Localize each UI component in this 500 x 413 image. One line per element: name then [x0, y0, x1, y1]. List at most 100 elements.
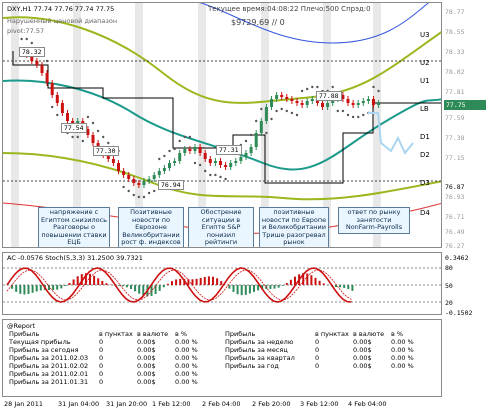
- price-tag: 77.31: [216, 145, 242, 155]
- ac-bar: [89, 273, 91, 285]
- candle-body: [50, 83, 54, 95]
- candle-body: [188, 149, 192, 151]
- candle-body: [122, 171, 126, 175]
- candle-body: [35, 61, 39, 65]
- ac-bar: [253, 285, 255, 292]
- ac-bar: [269, 285, 272, 289]
- report-label: Прибыль: [225, 330, 256, 338]
- sar-dot: [204, 169, 207, 173]
- sar-dot: [91, 121, 95, 125]
- report-label: Прибыль за год: [225, 362, 279, 370]
- balance-readout: $9729.69 // 0: [231, 18, 285, 27]
- candle-body: [117, 163, 120, 171]
- report-label: Прибыль за 2011.02.03: [9, 354, 89, 362]
- report-points: 0: [315, 338, 320, 346]
- report-table-left: Прибыль в пунктах в валюте в % Текущая прибы…: [7, 330, 203, 386]
- ac-bar: [93, 275, 96, 285]
- ac-bar: [339, 285, 342, 288]
- report-points: 0: [315, 354, 320, 362]
- candle-body: [280, 95, 284, 97]
- report-row: Прибыль в пунктах в валюте в %: [7, 330, 203, 338]
- time-axis-label: 31 Jan 04:00: [58, 400, 100, 408]
- ac-bar: [220, 281, 223, 285]
- report-points: 0: [315, 362, 320, 370]
- sar-dot: [56, 113, 59, 117]
- indicator-axis-label: 80: [445, 264, 453, 272]
- ac-bar: [175, 279, 178, 285]
- ac-bar: [134, 285, 137, 292]
- sar-dot: [132, 193, 135, 197]
- sar-dot: [357, 115, 360, 119]
- sar-dot: [173, 147, 176, 151]
- indicator-panel[interactable]: AC -0.0576 Stoch(5,3,3) 31.2500 39.7321: [2, 252, 442, 315]
- sar-dot: [306, 87, 309, 91]
- sar-dot: [244, 139, 248, 143]
- ac-bar: [273, 285, 276, 289]
- news-annotation: Позитивные новости по Еврозоне Великобри…: [118, 207, 184, 247]
- news-annotation: ответ по рынку занятости NonFarm-Payroll…: [338, 207, 410, 234]
- report-panel: @Report Прибыль в пунктах в валюте в % Текущ…: [2, 319, 442, 397]
- ac-bar: [125, 285, 128, 288]
- sar-dot: [198, 163, 202, 167]
- sar-dot: [168, 149, 171, 153]
- report-label: Прибыль за неделю: [225, 338, 294, 346]
- candle-body: [60, 103, 64, 113]
- main-chart-panel[interactable]: DXY,H1 77.74 77.76 77.74 77.75 Нарушенны…: [2, 2, 442, 248]
- price-tag: 77.30: [93, 146, 119, 156]
- price-tag: 77.88: [316, 91, 342, 101]
- level-d2: D2: [420, 151, 430, 159]
- sar-dot: [346, 113, 350, 117]
- candle-body: [346, 99, 350, 103]
- sar-dot: [265, 131, 268, 135]
- ac-bar: [322, 283, 325, 285]
- candle-body: [372, 99, 375, 105]
- candle-body: [203, 153, 207, 159]
- sar-dot: [102, 135, 105, 139]
- ac-bar: [56, 285, 59, 290]
- candle-body: [275, 95, 279, 99]
- ac-bar: [101, 280, 104, 285]
- ac-bar: [285, 283, 288, 285]
- candle-body: [193, 147, 197, 151]
- sar-dot: [311, 85, 314, 89]
- report-pct: 0.00 %: [175, 362, 198, 370]
- ac-bar: [347, 285, 350, 290]
- report-points: в пунктах: [99, 330, 133, 338]
- price-axis-label: 77.59: [445, 114, 465, 122]
- sar-dot: [45, 59, 49, 63]
- candle-body: [341, 95, 345, 99]
- report-pct: 0.00 %: [175, 378, 198, 386]
- report-money: 0.00$: [137, 370, 156, 378]
- report-label: Текущая прибыль: [9, 338, 71, 346]
- sar-dot: [178, 139, 181, 143]
- report-pct: 0.00 %: [391, 346, 414, 354]
- indicator-chart[interactable]: [3, 253, 442, 315]
- sar-dot: [71, 135, 74, 139]
- report-money: в валюте: [353, 330, 385, 338]
- ac-bar: [60, 285, 63, 289]
- candle-body: [40, 65, 44, 73]
- candle-body: [66, 113, 69, 121]
- sar-dot: [147, 191, 151, 195]
- report-points: 0: [99, 378, 104, 386]
- report-pct: 0.00 %: [391, 354, 414, 362]
- pivot-value: pivot:77.57: [7, 27, 45, 35]
- candle-body: [55, 95, 59, 103]
- sar-dot: [280, 107, 283, 111]
- price-axis: 78.77 78.55 78.33 78.02 77.81 77.75 77.5…: [443, 2, 498, 397]
- report-pct: 0.00 %: [175, 346, 198, 354]
- sar-dot: [295, 113, 299, 117]
- sar-dot: [158, 157, 161, 161]
- sar-dot: [107, 141, 110, 145]
- ac-bar: [216, 278, 219, 285]
- sar-dot: [51, 105, 54, 109]
- price-axis-label: 76.27: [445, 242, 465, 250]
- ac-bar: [335, 285, 337, 287]
- report-pct: 0.00 %: [175, 354, 198, 362]
- report-points: 0: [315, 346, 320, 354]
- sar-dot: [224, 177, 227, 181]
- sar-dot: [86, 115, 90, 119]
- chart-subtitle: Нарушенный ценовой диапазон: [7, 17, 118, 25]
- candle-body: [45, 73, 49, 83]
- report-money: в валюте: [137, 330, 169, 338]
